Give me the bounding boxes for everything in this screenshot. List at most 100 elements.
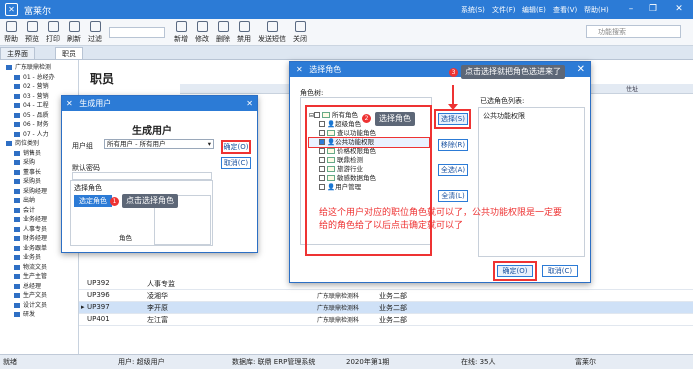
cancel-button[interactable]: 取消(C)	[221, 157, 251, 169]
app-title: 富莱尔	[24, 7, 52, 17]
preview-icon	[26, 21, 38, 32]
role-item[interactable]: 联鼎检测	[309, 156, 429, 165]
status-company: 富莱尔	[575, 358, 596, 366]
cancel-button[interactable]: 取消(C)	[542, 265, 578, 277]
status-state: 就绪	[3, 358, 17, 366]
folder-icon	[322, 112, 331, 118]
new-button[interactable]: 新增	[170, 21, 192, 44]
selected-roles-label: 已选角色列表:	[480, 97, 525, 105]
tree-node[interactable]: 02 - 营销	[4, 82, 78, 92]
role-item[interactable]: 敏感数据角色	[309, 174, 429, 183]
tab-staff[interactable]: 职员	[55, 47, 83, 59]
dialog-heading: 生成用户	[132, 126, 172, 137]
create-user-dialog: ✕ 生成用户 ✕ 生成用户 用户组 所有用户 - 所有用户 ▾ 确定(O) 取消(…	[61, 95, 258, 253]
callout-select-role: 点击选择角色	[122, 194, 178, 208]
disable-icon	[238, 21, 250, 32]
close-icon[interactable]: ✕	[672, 3, 686, 16]
table-row[interactable]: UP401 左江富 广东联鼎检测科 业务二部	[79, 314, 693, 326]
send-sms-button[interactable]: 发送短信	[256, 21, 288, 44]
refresh-icon	[68, 21, 80, 32]
title-bar: ✕ 富莱尔 系统(S) 文件(F) 编辑(E) 查看(V) 帮助(H) – ❐ …	[0, 0, 693, 19]
row-pointer-icon: ▸	[81, 303, 85, 311]
menu-edit[interactable]: 编辑(E)	[522, 5, 546, 15]
step-badge-3: 3	[449, 68, 458, 77]
select-role-button[interactable]: 选定角色	[74, 195, 112, 207]
user-icon: 👤	[327, 138, 336, 146]
selected-roles-list: 公共功能权限	[478, 107, 585, 257]
new-icon	[175, 21, 187, 32]
print-button[interactable]: 打印	[42, 21, 64, 44]
selected-role-item[interactable]: 公共功能权限	[479, 108, 584, 124]
role-item[interactable]: 👤用户管理	[309, 183, 429, 192]
status-user: 用户: 超级用户	[118, 358, 165, 366]
tree-node[interactable]: 设计文员	[4, 301, 78, 311]
chevron-down-icon: ▾	[207, 140, 211, 148]
tree-node[interactable]: 物流文员	[4, 263, 78, 273]
arrow-down-icon	[448, 104, 458, 110]
user-group-label: 用户组	[72, 142, 93, 150]
highlight-select-button	[434, 109, 471, 129]
refresh-button[interactable]: 刷新	[63, 21, 85, 44]
menu-system[interactable]: 系统(S)	[461, 5, 485, 15]
delete-icon	[217, 21, 229, 32]
close-icon[interactable]: ✕	[577, 62, 585, 77]
tree-node[interactable]: 总经理	[4, 282, 78, 292]
filter-icon	[89, 21, 101, 32]
disable-button[interactable]: 禁用	[233, 21, 255, 44]
edit-icon	[196, 21, 208, 32]
role-caption: 角色	[119, 234, 132, 242]
table-row-selected[interactable]: ▸ UP397 李开原 广东联鼎检测科 业务二部	[79, 302, 693, 314]
close-icon[interactable]: ✕	[246, 96, 253, 111]
minimize-icon[interactable]: –	[624, 3, 638, 16]
power-icon	[294, 21, 306, 32]
print-icon	[47, 21, 59, 32]
role-item-checked[interactable]: 👤公共功能权限	[308, 137, 430, 148]
clear-all-button[interactable]: 全清(L)	[438, 190, 468, 202]
select-all-button[interactable]: 全选(A)	[438, 164, 468, 176]
quick-search-input[interactable]	[109, 27, 165, 38]
tree-node[interactable]: 生产文员	[4, 291, 78, 301]
select-role-dialog: ✕ 选择角色 ✕ 角色树: ⊟ 所有角色 👤超级角色 查以功能角色 👤公共功能权限…	[289, 61, 591, 283]
preview-button[interactable]: 预览	[21, 21, 43, 44]
tree-node[interactable]: 生产主管	[4, 272, 78, 282]
tree-node[interactable]: 业务员	[4, 253, 78, 263]
step-badge-1: 1	[110, 197, 119, 206]
status-online: 在线: 35人	[461, 358, 496, 366]
status-database: 数据库: 联鼎 ERP管理系统	[232, 358, 316, 366]
tab-bar: 主界面 职员	[0, 46, 693, 60]
close-button[interactable]: 关闭	[289, 21, 311, 44]
remove-button[interactable]: 移除(R)	[438, 139, 468, 151]
menu-file[interactable]: 文件(F)	[492, 5, 516, 15]
table-row[interactable]: UP396 凌湘华 广东联鼎检测科 业务二部	[79, 290, 693, 302]
role-item[interactable]: 旅游行业	[309, 165, 429, 174]
app-logo-icon: ✕	[5, 3, 18, 16]
dialog-header: ✕ 生成用户 ✕	[62, 96, 257, 111]
role-item[interactable]: 查以功能角色	[309, 129, 429, 138]
ok-button[interactable]: 确定(O)	[497, 265, 533, 277]
help-button[interactable]: 帮助	[0, 21, 22, 44]
maximize-icon[interactable]: ❐	[646, 3, 660, 16]
role-group-label: 选择角色	[74, 184, 102, 192]
help-icon	[5, 21, 17, 32]
user-group-select[interactable]: 所有用户 - 所有用户 ▾	[104, 139, 214, 149]
function-search-input[interactable]: 功能搜索	[586, 25, 681, 38]
tree-node[interactable]: 01 - 总经办	[4, 73, 78, 83]
user-icon: 👤	[327, 120, 336, 128]
user-icon: 👤	[327, 183, 336, 191]
menu-view[interactable]: 查看(V)	[553, 5, 577, 15]
menu-help[interactable]: 帮助(H)	[584, 5, 609, 15]
sms-icon	[266, 21, 278, 32]
tree-node[interactable]: 广东联鼎检测	[4, 63, 78, 73]
tab-home[interactable]: 主界面	[0, 47, 35, 59]
edit-button[interactable]: 修改	[191, 21, 213, 44]
default-password-input[interactable]	[72, 172, 212, 180]
dialog-logo-icon: ✕	[296, 65, 303, 74]
ok-button[interactable]: 确定(O)	[221, 140, 251, 154]
tree-node[interactable]: 研发	[4, 310, 78, 320]
filter-button[interactable]: 过滤	[84, 21, 106, 44]
instruction-note: 给这个用户对应的职位角色就可以了，公共功能权限是一定要给的角色给了以后点击确定就…	[319, 208, 563, 231]
column-address: 住址	[626, 86, 639, 93]
status-period: 2020年第1期	[346, 358, 390, 366]
delete-button[interactable]: 删除	[212, 21, 234, 44]
role-item[interactable]: 价格权限角色	[309, 147, 429, 156]
